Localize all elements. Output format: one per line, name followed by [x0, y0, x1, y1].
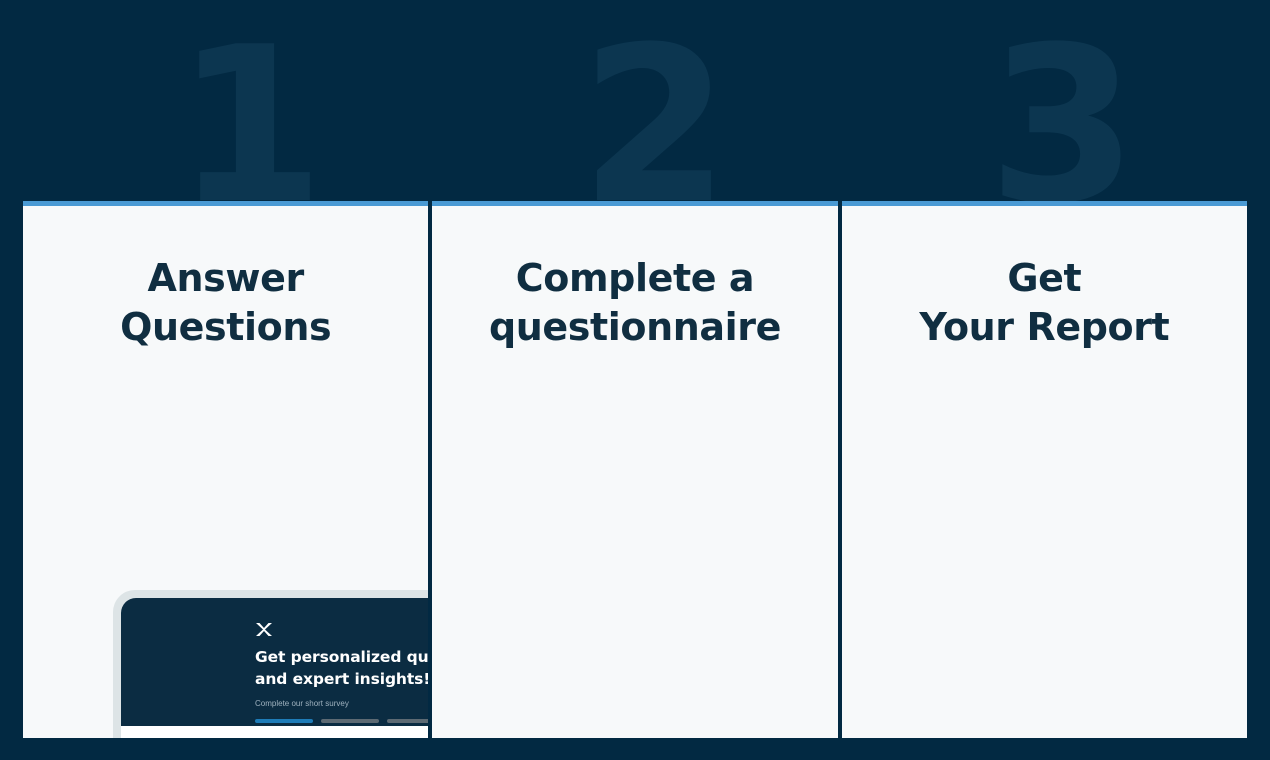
step-1-title: Answer Questions [120, 256, 332, 349]
survey-header-title: Get personalized quotes with and expert … [255, 648, 429, 688]
step-card-1: Answer Questions Get personalized quotes… [23, 201, 429, 738]
progress-segment-2 [321, 719, 379, 723]
survey-app-body: Section 1 Project Overview Project Type*… [121, 726, 428, 738]
step-card-3: Get Your Report [841, 201, 1247, 738]
inoxoft-x-logo-icon [255, 622, 273, 637]
survey-app-screen: Get personalized quotes with and expert … [121, 598, 429, 738]
survey-app-device-mockup: Get personalized quotes with and expert … [113, 590, 429, 738]
step-2-title: Complete a questionnaire [488, 256, 781, 349]
survey-app-header: Get personalized quotes with and expert … [121, 598, 429, 726]
survey-header-subtitle: Complete our short survey [255, 699, 349, 708]
step-cards: Answer Questions Get personalized quotes… [23, 201, 1247, 738]
survey-progress-bar [255, 719, 429, 723]
step-card-2: Complete a questionnaire Instant technol… [432, 201, 838, 738]
progress-segment-1 [255, 719, 313, 723]
promo-steps-graphic: 1 2 3 Answer Questions Get personalized … [0, 0, 1270, 760]
progress-segment-3 [387, 719, 429, 723]
step-3-title: Get Your Report [919, 256, 1170, 349]
